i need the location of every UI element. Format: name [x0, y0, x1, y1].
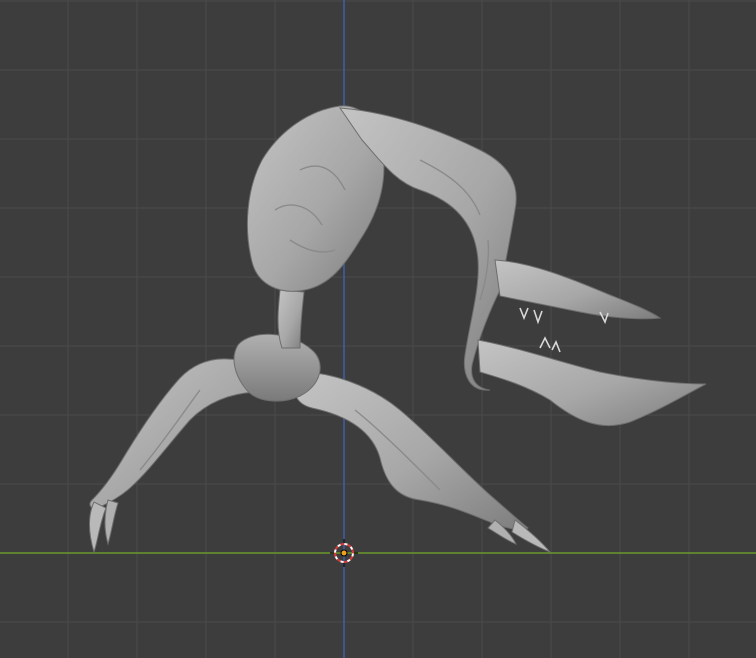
neck-mesh: [277, 289, 305, 349]
viewport-background: [0, 0, 756, 658]
3d-viewport[interactable]: [0, 0, 756, 658]
viewport-canvas[interactable]: [0, 0, 756, 658]
origin-dot: [340, 549, 348, 557]
